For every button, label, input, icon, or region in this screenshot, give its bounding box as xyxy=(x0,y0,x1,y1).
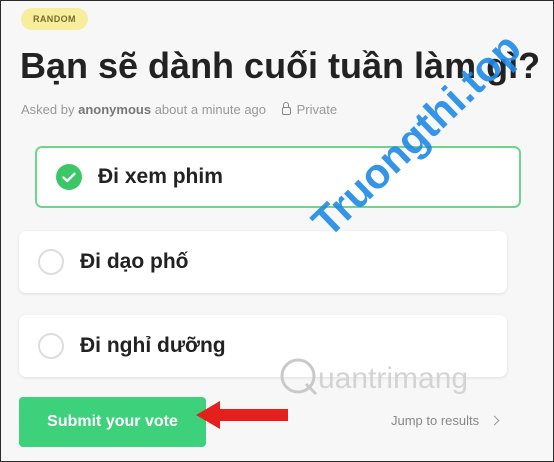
radio-circle-icon xyxy=(38,249,64,275)
radio-circle-icon xyxy=(38,333,64,359)
jump-label: Jump to results xyxy=(391,413,480,428)
option-label: Đi dạo phố xyxy=(80,250,189,273)
poll-title: Bạn sẽ dành cuối tuần làm gì? xyxy=(20,45,541,86)
red-arrow-left-icon xyxy=(196,401,288,429)
option-label: Đi nghỉ dưỡng xyxy=(80,334,226,357)
option-1[interactable]: Đi xem phim xyxy=(35,146,521,208)
option-2[interactable]: Đi dạo phố xyxy=(19,231,507,293)
lock-icon xyxy=(281,102,291,115)
submit-vote-button[interactable]: Submit your vote xyxy=(19,397,206,447)
meta-time: about a minute ago xyxy=(154,102,267,117)
jump-to-results-link[interactable]: Jump to results xyxy=(391,413,500,428)
privacy-label: Private xyxy=(296,102,338,117)
poll-meta: Asked by anonymous about a minute ago Pr… xyxy=(21,102,337,117)
check-circle-icon xyxy=(56,164,82,190)
author-name[interactable]: anonymous xyxy=(78,102,151,117)
option-label: Đi xem phim xyxy=(98,165,223,188)
category-badge: RANDOM xyxy=(21,8,88,30)
poll-card: RANDOM Bạn sẽ dành cuối tuần làm gì? Ask… xyxy=(0,0,554,462)
option-3[interactable]: Đi nghỉ dưỡng xyxy=(19,315,507,377)
privacy-indicator: Private xyxy=(281,102,338,117)
chevron-right-icon xyxy=(489,415,500,426)
meta-prefix: Asked by xyxy=(21,102,75,117)
